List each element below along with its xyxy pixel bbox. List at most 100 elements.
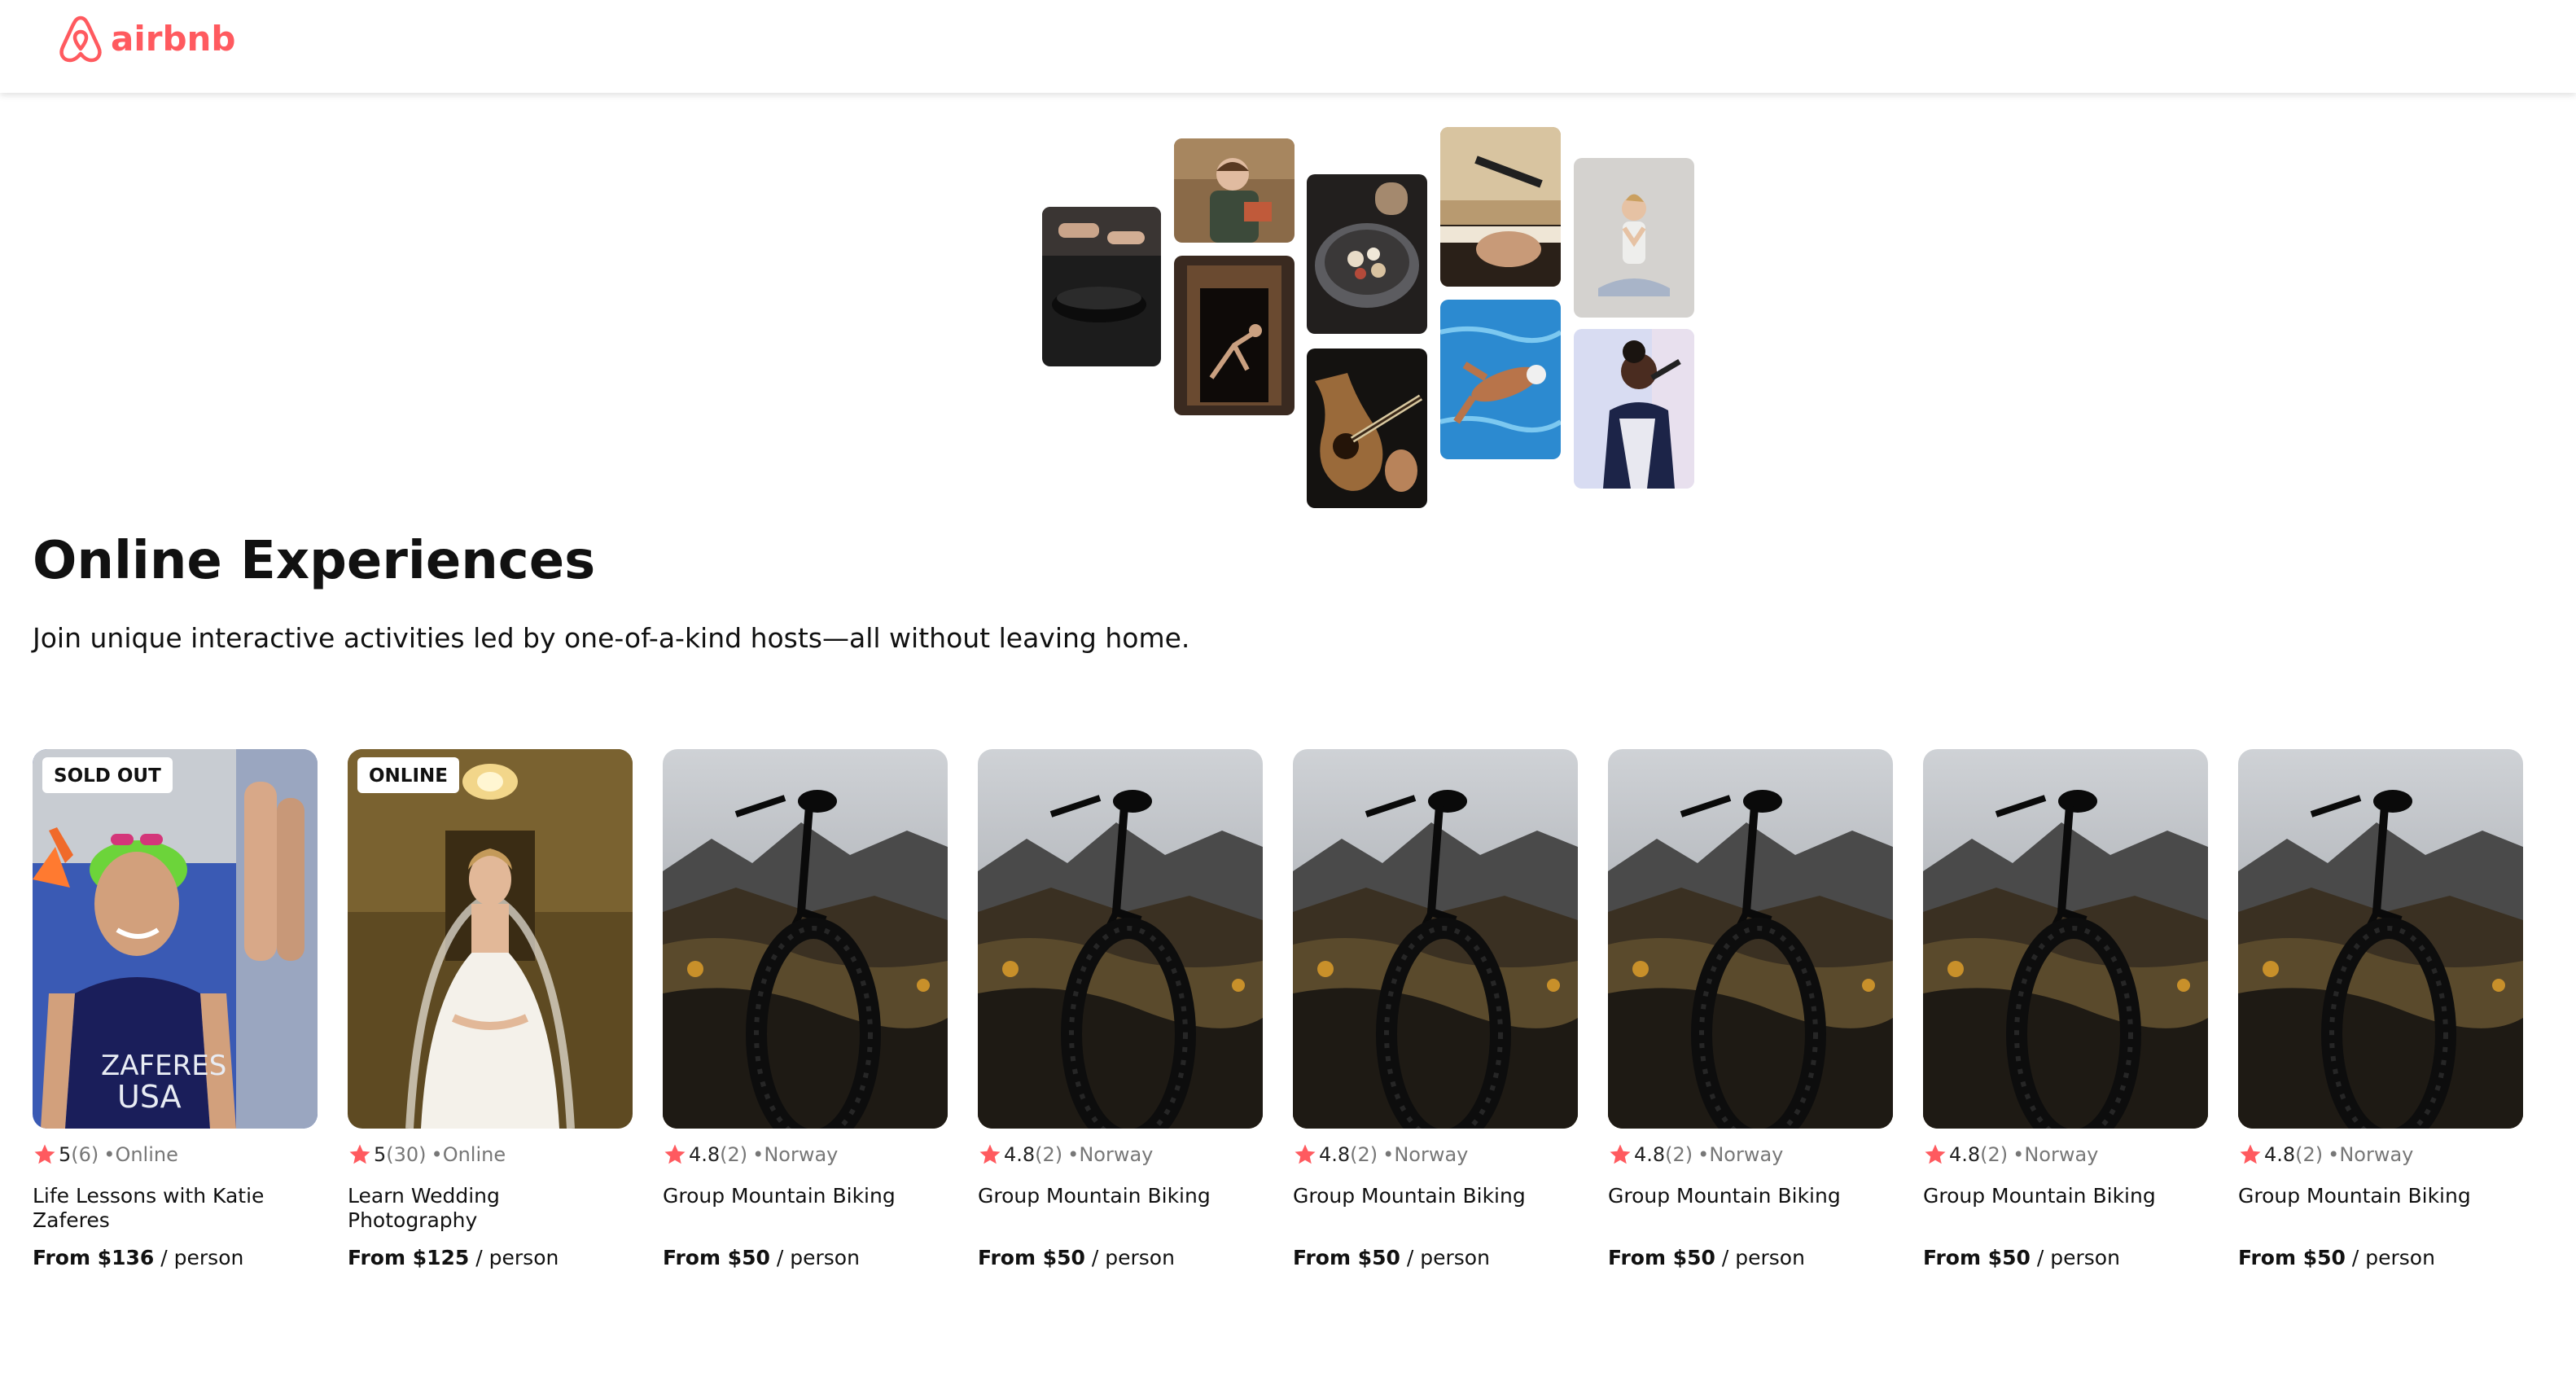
star-icon [2240, 1144, 2261, 1164]
rating-value: 4.8 [689, 1143, 721, 1166]
price: From $50 / person [663, 1246, 860, 1269]
star-icon [1610, 1144, 1631, 1164]
price-unit: / person [2030, 1246, 2120, 1269]
experience-card[interactable]: 4.8 (2) •Norway Group Mountain Biking From $… [1293, 749, 1578, 1287]
yoga-photo [1574, 158, 1694, 318]
dancer-doorway-photo [1174, 256, 1295, 415]
review-count: (2) [720, 1143, 748, 1166]
price-amount: From $50 [2238, 1246, 2346, 1269]
rating-row: 5 (6) •Online [33, 1137, 178, 1173]
price: From $50 / person [1293, 1246, 1490, 1269]
rating-value: 4.8 [1949, 1143, 1981, 1166]
airbnb-logo[interactable]: airbnb [57, 13, 235, 64]
experience-image-mountain-bike[interactable] [1608, 749, 1893, 1129]
price-unit: / person [469, 1246, 559, 1269]
experience-image-mountain-bike[interactable] [663, 749, 948, 1129]
airbnb-belo-icon [59, 15, 102, 63]
review-count: (2) [1665, 1143, 1693, 1166]
experience-image-swimmer-portrait[interactable]: ZAFERES USA SOLD OUT [33, 749, 318, 1129]
rating-row: 5 (30) •Online [348, 1137, 506, 1173]
price-amount: From $50 [1608, 1246, 1715, 1269]
page-title: Online Experiences [33, 531, 596, 591]
star-icon [1925, 1144, 1946, 1164]
star-icon [349, 1144, 370, 1164]
swimmer-photo [1440, 300, 1561, 459]
star-icon [34, 1144, 55, 1164]
price: From $50 / person [978, 1246, 1175, 1269]
rating-row: 4.8 (2) •Norway [1608, 1137, 1783, 1173]
review-count: (2) [1350, 1143, 1378, 1166]
rating-value: 4.8 [2264, 1143, 2296, 1166]
rating-value: 4.8 [1004, 1143, 1036, 1166]
rating-value: 4.8 [1319, 1143, 1351, 1166]
price-unit: / person [1400, 1246, 1490, 1269]
price-unit: / person [769, 1246, 860, 1269]
experience-title[interactable]: Group Mountain Biking [1293, 1184, 1578, 1208]
price-unit: / person [154, 1246, 244, 1269]
status-badge: SOLD OUT [42, 757, 173, 793]
price-unit: / person [1084, 1246, 1175, 1269]
page-subtitle: Join unique interactive activities led b… [33, 622, 1190, 654]
svg-text:USA: USA [117, 1079, 182, 1115]
star-icon [1295, 1144, 1316, 1164]
review-count: (2) [1980, 1143, 2009, 1166]
price-amount: From $50 [1293, 1246, 1400, 1269]
location-label: •Norway [2328, 1143, 2414, 1166]
rating-row: 4.8 (2) •Norway [2238, 1137, 2413, 1173]
price-amount: From $50 [663, 1246, 770, 1269]
experience-card[interactable]: ZAFERES USA SOLD OUT 5 (6) •Online Life Less… [33, 749, 318, 1287]
brand-name: airbnb [111, 18, 236, 59]
price: From $50 / person [2238, 1246, 2435, 1269]
rating-value: 5 [59, 1143, 72, 1166]
location-label: •Norway [1698, 1143, 1784, 1166]
experience-title[interactable]: Group Mountain Biking [1923, 1184, 2208, 1208]
experience-card[interactable]: 4.8 (2) •Norway Group Mountain Biking From $… [978, 749, 1263, 1287]
rating-row: 4.8 (2) •Norway [978, 1137, 1153, 1173]
food-bowl-photo [1307, 174, 1427, 334]
review-count: (30) [386, 1143, 427, 1166]
experience-card[interactable]: ONLINE 5 (30) •Online Learn Wedding Photogra… [348, 749, 633, 1287]
experience-title[interactable]: Group Mountain Biking [978, 1184, 1263, 1208]
experience-title[interactable]: Group Mountain Biking [2238, 1184, 2523, 1208]
price-amount: From $136 [33, 1246, 155, 1269]
experience-title[interactable]: Group Mountain Biking [1608, 1184, 1893, 1208]
experience-title[interactable]: Group Mountain Biking [663, 1184, 948, 1208]
experience-title[interactable]: Learn Wedding Photography [348, 1184, 633, 1233]
singer-photo [1574, 329, 1694, 489]
location-label: •Online [431, 1143, 506, 1166]
location-label: •Online [103, 1143, 178, 1166]
rating-row: 4.8 (2) •Norway [663, 1137, 838, 1173]
rating-value: 4.8 [1634, 1143, 1666, 1166]
star-icon [664, 1144, 686, 1164]
rating-row: 4.8 (2) •Norway [1923, 1137, 2098, 1173]
price: From $50 / person [1923, 1246, 2120, 1269]
woman-reading-photo [1174, 138, 1295, 243]
experience-title[interactable]: Life Lessons with Katie Zaferes [33, 1184, 318, 1233]
cooking-photo [1042, 207, 1161, 366]
price: From $136 / person [33, 1246, 243, 1269]
experience-card[interactable]: 4.8 (2) •Norway Group Mountain Biking From $… [2238, 749, 2523, 1287]
experience-card[interactable]: 4.8 (2) •Norway Group Mountain Biking From $… [663, 749, 948, 1287]
experience-image-mountain-bike[interactable] [2238, 749, 2523, 1129]
experience-image-mountain-bike[interactable] [1293, 749, 1578, 1129]
experience-list: ZAFERES USA SOLD OUT 5 (6) •Online Life Less… [33, 749, 2543, 1287]
location-label: •Norway [752, 1143, 839, 1166]
experience-image-bride-portrait[interactable]: ONLINE [348, 749, 633, 1129]
price-amount: From $50 [1923, 1246, 2031, 1269]
review-count: (2) [1035, 1143, 1063, 1166]
location-label: •Norway [1067, 1143, 1154, 1166]
star-icon [979, 1144, 1001, 1164]
status-badge: ONLINE [357, 757, 459, 793]
review-count: (2) [2295, 1143, 2324, 1166]
experience-image-mountain-bike[interactable] [978, 749, 1263, 1129]
experience-card[interactable]: 4.8 (2) •Norway Group Mountain Biking From $… [1608, 749, 1893, 1287]
experience-image-mountain-bike[interactable] [1923, 749, 2208, 1129]
guitar-photo [1307, 349, 1427, 508]
price-amount: From $125 [348, 1246, 470, 1269]
price-unit: / person [2345, 1246, 2435, 1269]
svg-text:ZAFERES: ZAFERES [101, 1050, 226, 1082]
review-count: (6) [71, 1143, 99, 1166]
location-label: •Norway [1382, 1143, 1469, 1166]
experience-card[interactable]: 4.8 (2) •Norway Group Mountain Biking From $… [1923, 749, 2208, 1287]
top-navbar: airbnb [0, 0, 2576, 93]
